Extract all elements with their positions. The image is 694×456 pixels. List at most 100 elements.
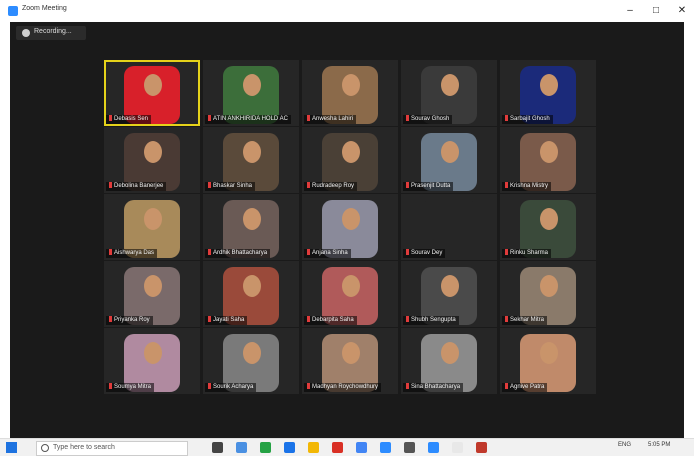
- participant-name-text: Sourav Ghosh: [411, 116, 450, 122]
- participant-tile[interactable]: Sina Bhattacharya: [401, 328, 497, 394]
- participant-face: [441, 342, 459, 364]
- participant-tile[interactable]: ATIN ANKHIRIDA HOLD AC: [203, 60, 299, 126]
- participant-name-text: Rudradeep Roy: [312, 183, 355, 189]
- mic-muted-icon: [505, 383, 508, 390]
- participant-name-text: Agnive Patra: [510, 384, 545, 390]
- participant-tile[interactable]: Sekhar Mitra: [500, 261, 596, 327]
- mic-muted-icon: [208, 249, 211, 256]
- participant-tile[interactable]: Rudradeep Roy: [302, 127, 398, 193]
- participant-tile[interactable]: Aishwarya Das: [104, 194, 200, 260]
- participant-tile[interactable]: Anjana Sinha: [302, 194, 398, 260]
- mic-muted-icon: [307, 249, 310, 256]
- participant-name: Sekhar Mitra: [502, 316, 548, 325]
- participant-tile[interactable]: Debolina Banerjee: [104, 127, 200, 193]
- participant-tile[interactable]: Agnive Patra: [500, 328, 596, 394]
- clock[interactable]: 5:05 PM: [648, 442, 670, 448]
- record-icon: [22, 29, 30, 37]
- participant-name: Anwesha Lahiri: [304, 115, 357, 124]
- participant-name: Prasenjit Dutta: [403, 182, 454, 191]
- participant-name: Sourav Ghosh: [403, 115, 453, 124]
- participant-name: Bhaskar Sinha: [205, 182, 256, 191]
- participant-tile[interactable]: Soumya Mitra: [104, 328, 200, 394]
- participant-tile[interactable]: Ardhik Bhattacharya: [203, 194, 299, 260]
- windows-start-icon[interactable]: [6, 442, 17, 453]
- participant-face: [342, 342, 360, 364]
- participant-tile[interactable]: Anwesha Lahiri: [302, 60, 398, 126]
- taskbar-app-icon[interactable]: [356, 442, 367, 453]
- participant-name: Sina Bhattacharya: [403, 383, 464, 392]
- participant-name: Sourav Dey: [403, 249, 446, 258]
- mic-muted-icon: [109, 115, 112, 122]
- participant-name-text: Debolina Banerjee: [114, 183, 164, 189]
- mic-muted-icon: [109, 182, 112, 189]
- participant-name-text: Anwesha Lahiri: [312, 116, 354, 122]
- participant-tile[interactable]: Rinku Sharma: [500, 194, 596, 260]
- participant-tile[interactable]: Krishna Mistry: [500, 127, 596, 193]
- close-button[interactable]: ✕: [670, 2, 694, 20]
- participant-tile[interactable]: Sourav Ghosh: [401, 60, 497, 126]
- participant-name: Ardhik Bhattacharya: [205, 249, 271, 258]
- participant-tile[interactable]: Debarpita Saha: [302, 261, 398, 327]
- taskbar-app-icon[interactable]: [452, 442, 463, 453]
- participant-name: Madhyan Roychowdhury: [304, 383, 382, 392]
- mic-muted-icon: [505, 249, 508, 256]
- mic-muted-icon: [505, 316, 508, 323]
- taskbar-app-icon[interactable]: [332, 442, 343, 453]
- mic-muted-icon: [406, 182, 409, 189]
- search-placeholder: Type here to search: [53, 444, 115, 451]
- participant-tile[interactable]: Sarbajit Ghosh: [500, 60, 596, 126]
- mic-muted-icon: [208, 115, 211, 122]
- participant-tile[interactable]: Sourik Acharya: [203, 328, 299, 394]
- taskbar-app-icon[interactable]: [308, 442, 319, 453]
- participant-tile[interactable]: Sourav Dey: [401, 194, 497, 260]
- participant-tile[interactable]: Bhaskar Sinha: [203, 127, 299, 193]
- participant-face: [243, 275, 261, 297]
- participant-tile[interactable]: Debasis Sen: [104, 60, 200, 126]
- mic-muted-icon: [406, 249, 409, 256]
- language-indicator[interactable]: ENG: [618, 442, 631, 448]
- participant-face: [144, 74, 162, 96]
- taskbar-app-icon[interactable]: [476, 442, 487, 453]
- taskbar-app-icon[interactable]: [236, 442, 247, 453]
- mic-muted-icon: [406, 115, 409, 122]
- mic-muted-icon: [307, 383, 310, 390]
- participant-tile[interactable]: Madhyan Roychowdhury: [302, 328, 398, 394]
- taskbar-app-icon[interactable]: [212, 442, 223, 453]
- title-bar: Zoom Meeting – □ ✕: [0, 0, 694, 22]
- taskbar-app-icon[interactable]: [284, 442, 295, 453]
- participant-face: [342, 74, 360, 96]
- participant-name-text: ATIN ANKHIRIDA HOLD AC: [213, 116, 288, 122]
- participant-name: Debarpita Saha: [304, 316, 357, 325]
- mic-muted-icon: [109, 316, 112, 323]
- participant-name: Debasis Sen: [106, 115, 152, 124]
- participant-face: [342, 141, 360, 163]
- mic-muted-icon: [505, 115, 508, 122]
- minimize-button[interactable]: –: [618, 2, 642, 20]
- maximize-button[interactable]: □: [644, 2, 668, 20]
- participant-tile[interactable]: Shubh Sengupta: [401, 261, 497, 327]
- participant-face: [540, 208, 558, 230]
- participant-tile[interactable]: Jayati Saha: [203, 261, 299, 327]
- participant-name: Agnive Patra: [502, 383, 548, 392]
- participant-name: Aishwarya Das: [106, 249, 158, 258]
- taskbar-search-box[interactable]: Type here to search: [36, 441, 188, 456]
- participant-tile[interactable]: Prasenjit Dutta: [401, 127, 497, 193]
- mic-muted-icon: [406, 316, 409, 323]
- mic-muted-icon: [307, 182, 310, 189]
- participant-face: [144, 208, 162, 230]
- taskbar-app-icon[interactable]: [428, 442, 439, 453]
- mic-muted-icon: [109, 383, 112, 390]
- participant-name: Jayati Saha: [205, 316, 248, 325]
- zoom-app-icon: [8, 6, 18, 16]
- participant-name-text: Ardhik Bhattacharya: [213, 250, 268, 256]
- recording-indicator[interactable]: Recording...: [16, 26, 86, 40]
- taskbar-app-icon[interactable]: [260, 442, 271, 453]
- participant-name-text: Rinku Sharma: [510, 250, 549, 256]
- taskbar-app-icon[interactable]: [380, 442, 391, 453]
- participant-name-text: Sekhar Mitra: [510, 317, 545, 323]
- taskbar-app-icon[interactable]: [404, 442, 415, 453]
- participant-name-text: Debarpita Saha: [312, 317, 354, 323]
- mic-muted-icon: [109, 249, 112, 256]
- participant-face: [243, 208, 261, 230]
- participant-tile[interactable]: Priyanka Roy: [104, 261, 200, 327]
